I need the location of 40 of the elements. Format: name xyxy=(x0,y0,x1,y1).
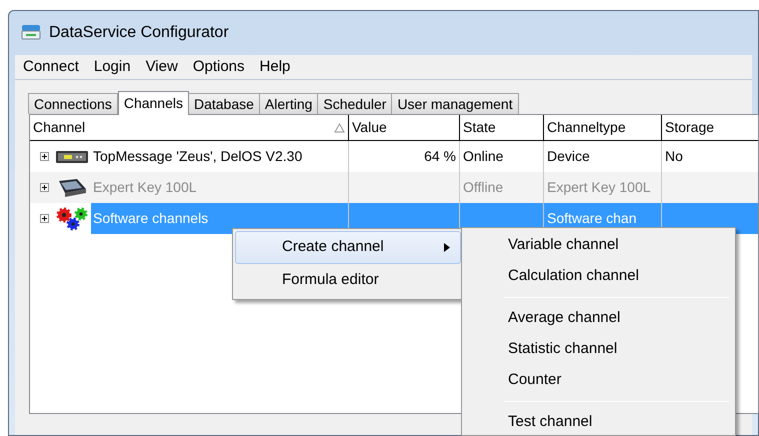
menu-item[interactable]: Login xyxy=(88,56,137,78)
column-header[interactable]: State xyxy=(460,115,544,140)
menu-item[interactable]: Counter xyxy=(464,365,733,396)
table-cell-text: Online xyxy=(463,147,504,166)
tab[interactable]: Alerting xyxy=(258,93,318,114)
tab[interactable]: Scheduler xyxy=(317,93,392,114)
table-cell-text: Software chan xyxy=(547,209,636,228)
menu-item[interactable]: Calculation channel xyxy=(464,261,733,292)
app-icon xyxy=(21,24,41,42)
channel-name: Software channels xyxy=(91,203,348,234)
table-cell-text: Device xyxy=(547,147,590,166)
table-cell-text: Expert Key 100L xyxy=(547,178,651,197)
channel-name: Expert Key 100L xyxy=(92,178,198,197)
table-cell-text: 64 % xyxy=(424,147,456,166)
device-icon xyxy=(55,148,89,164)
expand-toggle[interactable] xyxy=(40,152,49,161)
menu-item[interactable]: Average channel xyxy=(464,303,733,334)
menu-item[interactable]: Statistic channel xyxy=(464,334,733,365)
menu-item[interactable]: Create channel xyxy=(235,231,461,264)
table-cell-text: Offline xyxy=(463,178,504,197)
submenu-arrow-icon xyxy=(444,243,450,252)
expand-toggle[interactable] xyxy=(40,214,49,223)
column-header[interactable]: Channel xyxy=(30,115,349,140)
table-cell-text: No xyxy=(665,147,683,166)
menu-item[interactable]: Formula editor xyxy=(235,264,461,297)
menu-item[interactable]: Connect xyxy=(17,56,85,78)
menu-item[interactable]: View xyxy=(140,56,184,78)
column-header[interactable]: Channeltype xyxy=(544,115,662,140)
column-header[interactable]: Storage xyxy=(662,115,758,140)
tab[interactable]: Connections xyxy=(28,93,118,114)
gears-icon xyxy=(55,206,89,232)
column-header[interactable]: Value xyxy=(349,115,460,140)
menu-item[interactable]: Test channel xyxy=(464,407,733,436)
tab[interactable]: Database xyxy=(188,93,260,114)
channel-name: TopMessage 'Zeus', DelOS V2.30 xyxy=(92,147,304,166)
tab[interactable]: Channels xyxy=(118,91,189,115)
window-title: DataService Configurator xyxy=(49,23,229,43)
tab[interactable]: User management xyxy=(391,93,519,114)
menu-item[interactable]: Options xyxy=(186,56,251,78)
menu-item[interactable]: Help xyxy=(254,56,296,78)
